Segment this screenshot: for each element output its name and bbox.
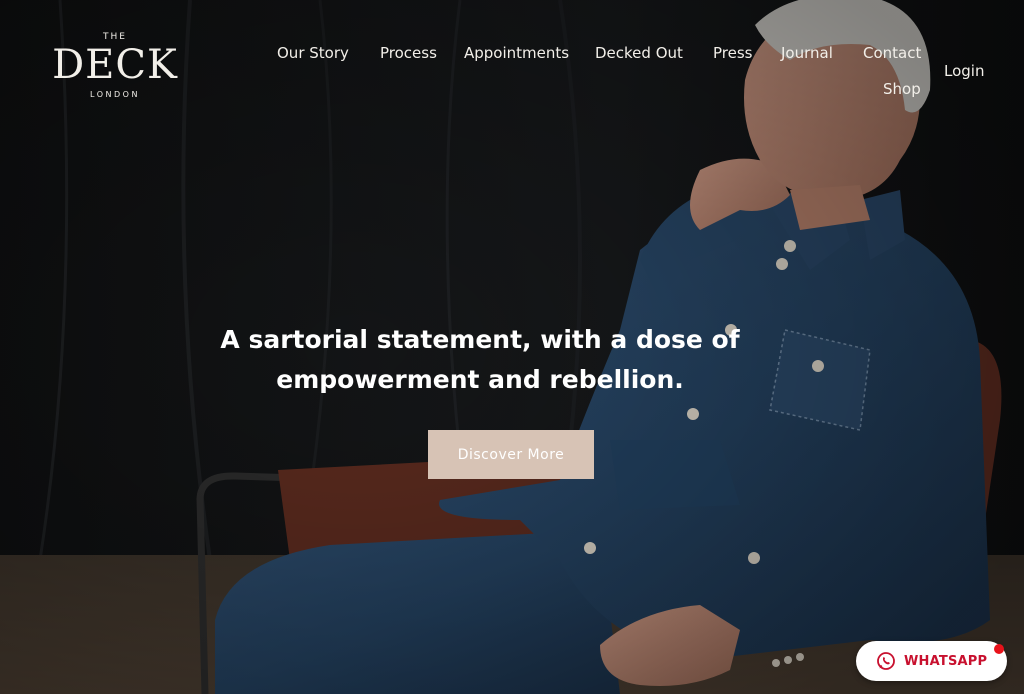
nav-press[interactable]: Press bbox=[713, 44, 752, 62]
nav-appointments[interactable]: Appointments bbox=[464, 44, 569, 62]
nav-contact[interactable]: Contact bbox=[863, 44, 921, 62]
nav-decked-out[interactable]: Decked Out bbox=[595, 44, 683, 62]
site-logo[interactable]: THE DECK LONDON bbox=[40, 32, 190, 99]
whatsapp-icon bbox=[877, 652, 895, 670]
logo-wordmark: DECK bbox=[52, 42, 178, 88]
whatsapp-label: WHATSAPP bbox=[904, 653, 988, 669]
nav-shop[interactable]: Shop bbox=[883, 80, 921, 98]
hero-headline-line-1: A sartorial statement, with a dose of bbox=[220, 325, 740, 354]
nav-journal[interactable]: Journal bbox=[781, 44, 833, 62]
whatsapp-button[interactable]: WHATSAPP bbox=[856, 641, 1007, 681]
notification-dot bbox=[994, 644, 1004, 654]
logo-subtitle: LONDON bbox=[90, 90, 140, 99]
hero-headline-line-2: empowerment and rebellion. bbox=[276, 365, 684, 394]
hero-headline: A sartorial statement, with a dose of em… bbox=[200, 320, 760, 400]
nav-login[interactable]: Login bbox=[944, 62, 984, 80]
nav-process[interactable]: Process bbox=[380, 44, 437, 62]
logo-top-text: THE bbox=[103, 32, 127, 42]
nav-our-story[interactable]: Our Story bbox=[277, 44, 349, 62]
discover-more-button[interactable]: Discover More bbox=[428, 430, 594, 479]
